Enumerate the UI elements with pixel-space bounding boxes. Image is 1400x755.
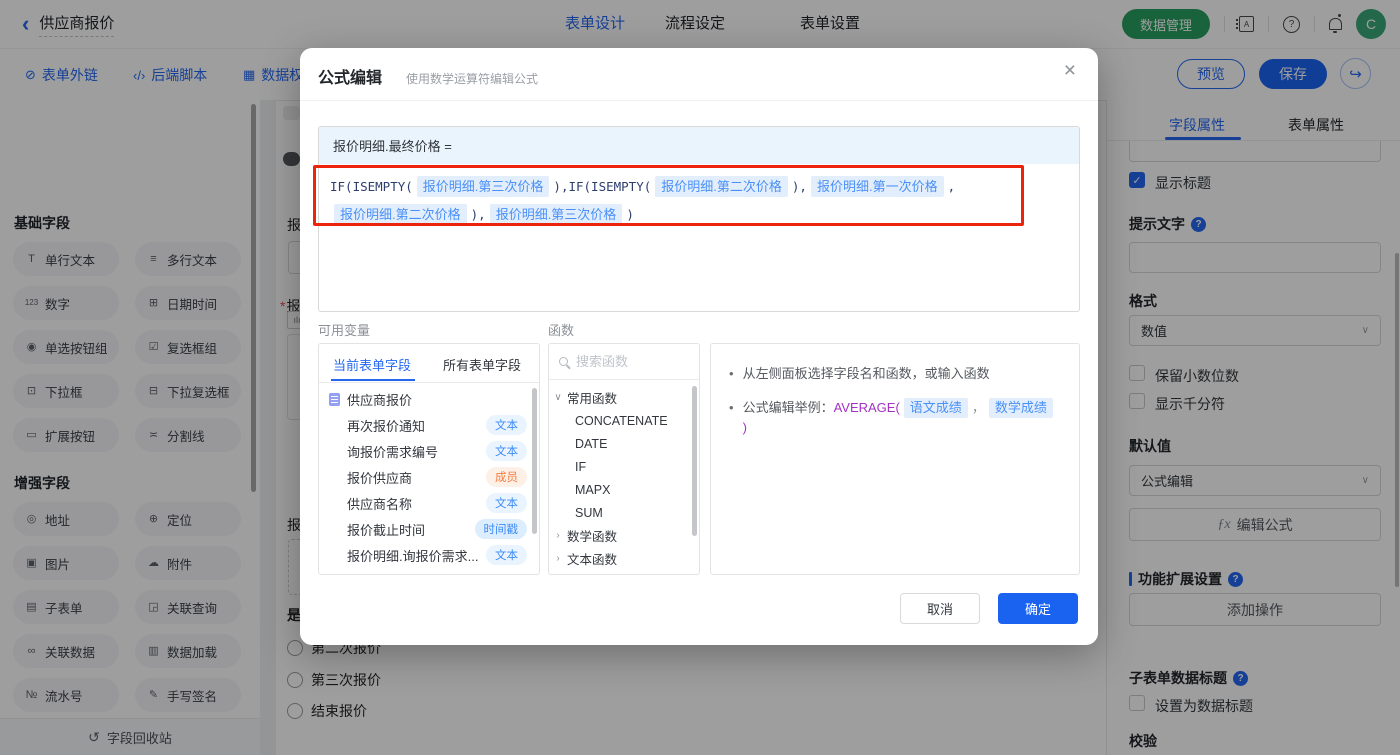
function-group-collapsed[interactable]: › 数学函数 xyxy=(549,524,699,547)
variables-scrollbar[interactable] xyxy=(532,388,537,534)
function-search xyxy=(549,344,699,380)
variable-type-badge: 文本 xyxy=(486,441,527,461)
chevron-right-icon: › xyxy=(556,530,560,541)
variable-root-row[interactable]: 供应商报价 xyxy=(319,386,539,412)
tip-row: • 公式编辑举例：AVERAGE(语文成绩，数学成绩) xyxy=(729,398,1061,438)
formula-target-expression: 报价明细.最终价格 = xyxy=(319,127,1079,164)
chevron-right-icon: › xyxy=(556,553,560,564)
divider xyxy=(319,382,539,383)
functions-list: ∨ 常用函数 CONCATENATE DATE IF MAPX SUM › 数学函数 › 文本函数 xyxy=(549,386,699,574)
tab-current-form-fields[interactable]: 当前表单字段 xyxy=(333,355,411,374)
variable-row[interactable]: 报价截止时间 时间戳 xyxy=(319,516,539,542)
functions-panel: ∨ 常用函数 CONCATENATEDATEIFMAPXSUM › 数学函数 › 文本函数 xyxy=(548,343,700,575)
tip-field-chip: 数学成绩 xyxy=(988,398,1053,418)
formula-edit-modal: 公式编辑 使用数学运算符编辑公式 × 报价明细.最终价格 = IF(ISEMPT… xyxy=(300,48,1098,645)
divider xyxy=(300,100,1098,101)
formula-field-chip[interactable]: 报价明细.第三次价格 xyxy=(489,204,623,225)
confirm-button[interactable]: 确定 xyxy=(998,593,1078,624)
formula-code-token: , xyxy=(947,179,956,194)
tip-close-paren: ) xyxy=(742,420,747,435)
cancel-button[interactable]: 取消 xyxy=(900,593,980,624)
formula-code-token: IF(ISEMPTY( xyxy=(330,179,413,194)
variable-type-badge: 文本 xyxy=(486,415,527,435)
tip-function-name: AVERAGE( xyxy=(833,400,900,415)
formula-field-chip[interactable]: 报价明细.第三次价格 xyxy=(416,176,550,197)
form-doc-icon xyxy=(329,392,340,406)
variables-list: 供应商报价 再次报价通知 文本 询报价需求编号 文本 报价供应商 成员 供应商名称 文本 报价截止… xyxy=(319,386,539,574)
tip-separator: ， xyxy=(971,400,985,415)
functions-label: 函数 xyxy=(548,323,575,338)
formula-field-chip[interactable]: 报价明细.第二次价格 xyxy=(655,176,788,197)
chevron-down-icon: ∨ xyxy=(554,392,562,403)
tab-all-form-fields[interactable]: 所有表单字段 xyxy=(443,355,521,374)
function-item-concatenate[interactable]: CONCATENATE xyxy=(549,409,699,432)
variables-panel: 当前表单字段 所有表单字段 供应商报价 再次报价通知 文本 询报价需求编号 文本 报价供应… xyxy=(318,343,540,575)
variable-row[interactable]: 报价明细.询报价需求... 文本 xyxy=(319,542,539,568)
bullet-dot: • xyxy=(729,400,734,415)
formula-field-chip[interactable]: 报价明细.第二次价格 xyxy=(334,204,467,225)
variable-row[interactable]: 报价供应商 成员 xyxy=(319,464,539,490)
tip-field-chip: 语文成绩 xyxy=(903,398,968,418)
formula-input-area[interactable]: IF(ISEMPTY(报价明细.第三次价格),IF(ISEMPTY(报价明细.第… xyxy=(319,164,1079,238)
variable-type-badge: 文本 xyxy=(486,493,527,513)
variable-name: 报价供应商 xyxy=(347,470,413,486)
function-group-label: 文本函数 xyxy=(567,553,618,567)
app-root: ‹ 供应商报价 表单设计 流程设定 表单设置 数据管理 A ? C ⊘ 表单外链 ‹/›… xyxy=(0,0,1400,755)
variable-name: 再次报价通知 xyxy=(347,418,426,434)
function-search-input[interactable] xyxy=(576,354,676,369)
function-group-label: 数学函数 xyxy=(567,530,618,544)
variable-row[interactable]: 供应商名称 文本 xyxy=(319,490,539,516)
close-icon[interactable]: × xyxy=(1064,60,1076,81)
search-icon xyxy=(559,357,568,366)
formula-editor: 报价明细.最终价格 = IF(ISEMPTY(报价明细.第三次价格),IF(IS… xyxy=(318,126,1080,312)
variable-root-name: 供应商报价 xyxy=(347,392,413,408)
variables-label: 可用变量 xyxy=(318,323,371,338)
function-group-expanded[interactable]: ∨ 常用函数 xyxy=(549,386,699,409)
modal-title: 公式编辑 xyxy=(318,70,383,87)
function-group-collapsed[interactable]: › 文本函数 xyxy=(549,547,699,570)
variable-name: 报价明细.询报价需求... xyxy=(347,548,479,564)
tip-prefix: 公式编辑举例： xyxy=(742,400,834,415)
tips-panel: • 从左侧面板选择字段名和函数，或输入函数 • 公式编辑举例：AVERAGE(语… xyxy=(710,343,1080,575)
formula-field-chip[interactable]: 报价明细.第一次价格 xyxy=(810,176,944,197)
variable-name: 供应商名称 xyxy=(347,496,413,512)
function-item-mapx[interactable]: MAPX xyxy=(549,478,699,501)
variable-type-badge: 文本 xyxy=(486,545,527,565)
variable-type-badge: 时间戳 xyxy=(474,519,527,539)
formula-code-token: ),IF(ISEMPTY( xyxy=(553,179,652,194)
variable-row[interactable]: 再次报价通知 文本 xyxy=(319,412,539,438)
function-item-if[interactable]: IF xyxy=(549,455,699,478)
variable-name: 报价截止时间 xyxy=(347,522,426,538)
bullet-dot: • xyxy=(729,366,734,381)
variables-tab-underline xyxy=(331,379,415,381)
tip-example: 公式编辑举例：AVERAGE(语文成绩，数学成绩) xyxy=(743,398,1061,438)
variable-type-badge: 成员 xyxy=(486,467,527,487)
formula-code-token: ) xyxy=(626,207,634,222)
function-group-label: 常用函数 xyxy=(567,392,618,406)
modal-subtitle: 使用数学运算符编辑公式 xyxy=(406,72,539,86)
variable-name: 询报价需求编号 xyxy=(347,444,439,460)
function-item-sum[interactable]: SUM xyxy=(549,501,699,524)
formula-code-token: ), xyxy=(470,207,486,222)
variable-row[interactable]: 询报价需求编号 文本 xyxy=(319,438,539,464)
tip-text: 从左侧面板选择字段名和函数，或输入函数 xyxy=(742,366,990,381)
functions-scrollbar[interactable] xyxy=(692,386,697,536)
function-item-date[interactable]: DATE xyxy=(549,432,699,455)
formula-code-token: ), xyxy=(791,179,807,194)
tip-row: • 从左侧面板选择字段名和函数，或输入函数 xyxy=(729,364,1061,384)
